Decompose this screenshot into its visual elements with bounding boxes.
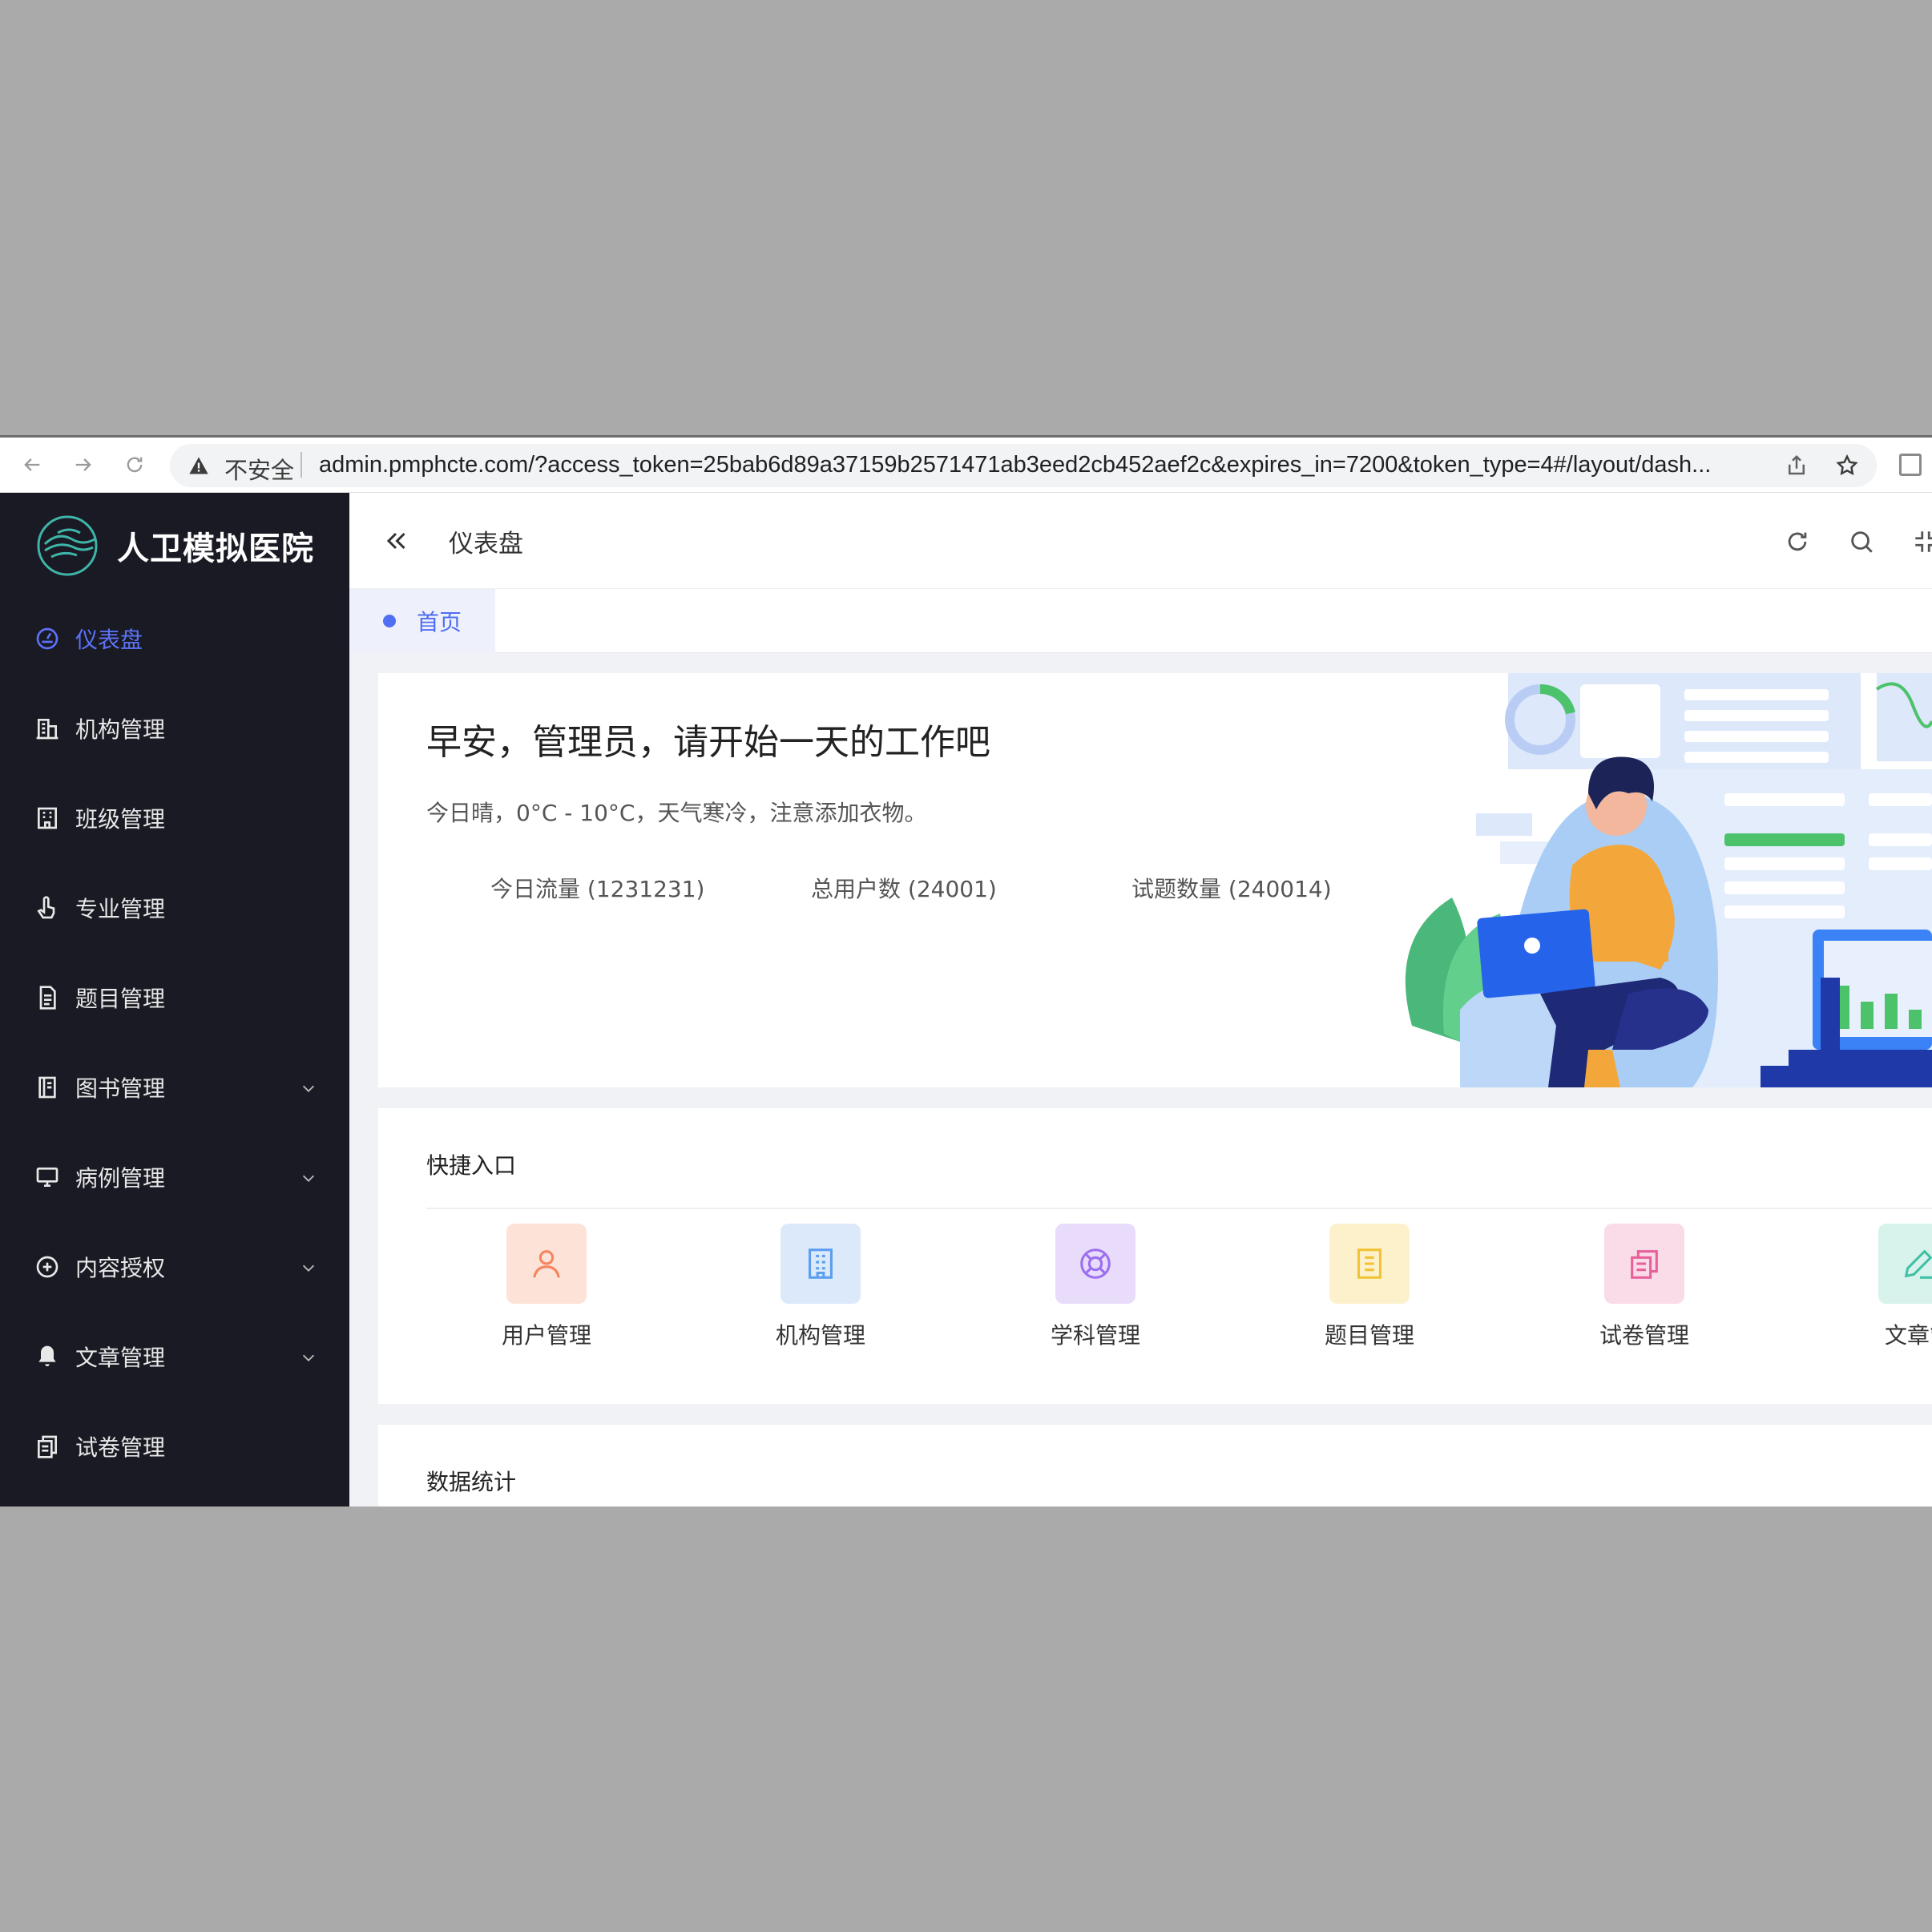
chevron-down-icon[interactable] (300, 1079, 317, 1097)
sidebar-item-label: 班级管理 (75, 806, 166, 833)
refresh-icon[interactable] (1784, 528, 1811, 555)
lifebuoy-icon[interactable] (1055, 1224, 1135, 1304)
quick-entry-subject[interactable]: 学科管理 (1015, 1224, 1176, 1350)
sidebar-item-label: 内容授权 (75, 1255, 166, 1281)
welcome-illustration (1405, 673, 1932, 1087)
top-header: 仪表盘 (349, 493, 1932, 589)
document-icon[interactable] (1329, 1224, 1410, 1304)
data-stats-card: 数据统计 (378, 1425, 1932, 1506)
quick-entry-label: 学科管理 (1050, 1322, 1140, 1349)
quick-entry-article[interactable]: 文章管 (1838, 1224, 1932, 1350)
sidebar: 人卫模拟医院 仪表盘 机构管理 班级管理 专业管理 题目管理 图书管理 病例管理… (0, 493, 349, 1506)
stat-today-traffic: 今日流量 (1231231) (490, 876, 705, 902)
building-icon[interactable] (780, 1224, 861, 1304)
weather-text: 今日晴，0°C - 10°C，天气寒冷，注意添加衣物。 (426, 800, 927, 826)
copy-document-icon (34, 1433, 61, 1460)
quick-entry-label: 机构管理 (775, 1322, 865, 1349)
url-separator (300, 452, 302, 478)
divider (426, 1208, 1932, 1209)
sidebar-item-dashboard[interactable]: 仪表盘 (0, 594, 349, 684)
sidebar-item-label: 病例管理 (75, 1165, 166, 1192)
quick-entry-title: 快捷入口 (426, 1152, 517, 1179)
sidebar-item-book[interactable]: 图书管理 (0, 1043, 349, 1132)
share-icon[interactable] (1785, 454, 1809, 478)
sidebar-item-label: 图书管理 (75, 1075, 166, 1102)
data-stats-title: 数据统计 (426, 1469, 517, 1495)
back-icon[interactable] (18, 450, 46, 479)
hospital-logo-icon (37, 515, 98, 576)
chevron-down-icon[interactable] (300, 1169, 317, 1187)
sidebar-item-institution[interactable]: 机构管理 (0, 684, 349, 773)
chevron-down-icon[interactable] (300, 1349, 317, 1366)
quick-entry-label: 文章管 (1884, 1322, 1932, 1349)
app-name: 人卫模拟医院 (117, 530, 314, 567)
warning-icon[interactable] (188, 454, 210, 477)
quick-entry-institution[interactable]: 机构管理 (740, 1224, 901, 1350)
reload-icon[interactable] (120, 450, 149, 479)
building-icon (34, 715, 61, 742)
sidebar-item-case[interactable]: 病例管理 (0, 1132, 349, 1222)
book-icon (34, 1074, 61, 1101)
copy-document-icon[interactable] (1604, 1224, 1684, 1304)
bell-icon (34, 1343, 61, 1370)
plus-circle-icon (34, 1253, 61, 1281)
collapse-sidebar-icon[interactable] (381, 526, 410, 555)
address-bar[interactable]: 不安全 admin.pmphcte.com/?access_token=25ba… (170, 444, 1877, 487)
quick-entry-user[interactable]: 用户管理 (466, 1224, 627, 1350)
logo[interactable]: 人卫模拟医院 (34, 512, 314, 579)
quick-entry-card: 快捷入口 用户管理 机构管理 学科管理 题目管理 试卷管理 文章 (378, 1108, 1932, 1404)
document-icon (34, 984, 61, 1011)
sidebar-item-class[interactable]: 班级管理 (0, 773, 349, 863)
side-panel-icon[interactable] (1899, 454, 1922, 476)
greeting-text: 早安，管理员，请开始一天的工作吧 (426, 722, 990, 763)
page-title: 仪表盘 (449, 530, 523, 559)
browser-toolbar: 不安全 admin.pmphcte.com/?access_token=25ba… (0, 435, 1932, 493)
quick-entry-label: 题目管理 (1324, 1322, 1414, 1349)
tab-label: 首页 (417, 609, 462, 635)
url-text[interactable]: admin.pmphcte.com/?access_token=25bab6d8… (319, 452, 1801, 478)
sidebar-item-article[interactable]: 文章管理 (0, 1312, 349, 1402)
sidebar-item-label: 专业管理 (75, 896, 166, 922)
insecure-label[interactable]: 不安全 (224, 452, 294, 486)
sidebar-item-label: 机构管理 (75, 716, 166, 743)
sidebar-item-label: 文章管理 (75, 1345, 166, 1371)
quick-entry-question[interactable]: 题目管理 (1289, 1224, 1450, 1350)
active-dot (383, 615, 396, 627)
welcome-card: 早安，管理员，请开始一天的工作吧 今日晴，0°C - 10°C，天气寒冷，注意添… (378, 673, 1932, 1087)
tabs-bar: 首页 (349, 589, 1932, 653)
bottom-backdrop (0, 1506, 1932, 1932)
quick-entry-label: 试卷管理 (1599, 1322, 1689, 1349)
stat-question-count: 试题数量 (240014) (1131, 876, 1332, 902)
sidebar-item-label: 题目管理 (75, 986, 166, 1012)
pencil-icon[interactable] (1878, 1224, 1932, 1304)
stat-total-users: 总用户数 (24001) (811, 876, 997, 902)
forward-icon[interactable] (69, 450, 98, 479)
search-icon[interactable] (1848, 528, 1875, 555)
dashboard-icon (34, 625, 61, 652)
sidebar-item-label: 仪表盘 (75, 627, 143, 653)
monitor-icon (34, 1164, 61, 1191)
sidebar-item-question[interactable]: 题目管理 (0, 953, 349, 1043)
user-icon[interactable] (506, 1224, 587, 1304)
chevron-down-icon[interactable] (300, 1259, 317, 1277)
app-window: 人卫模拟医院 仪表盘 机构管理 班级管理 专业管理 题目管理 图书管理 病例管理… (0, 493, 1932, 1506)
quick-entry-label: 用户管理 (501, 1322, 591, 1349)
tab-home[interactable]: 首页 (349, 589, 495, 653)
quick-entry-exam[interactable]: 试卷管理 (1564, 1224, 1724, 1350)
office-icon (34, 805, 61, 832)
sidebar-item-exam[interactable]: 试卷管理 (0, 1402, 349, 1491)
fullscreen-exit-icon[interactable] (1912, 528, 1932, 555)
sidebar-item-authorization[interactable]: 内容授权 (0, 1222, 349, 1312)
sidebar-item-label: 试卷管理 (75, 1434, 166, 1461)
top-backdrop (0, 0, 1932, 435)
hand-pointer-icon (34, 894, 61, 922)
star-icon[interactable] (1835, 454, 1859, 478)
sidebar-item-major[interactable]: 专业管理 (0, 863, 349, 953)
